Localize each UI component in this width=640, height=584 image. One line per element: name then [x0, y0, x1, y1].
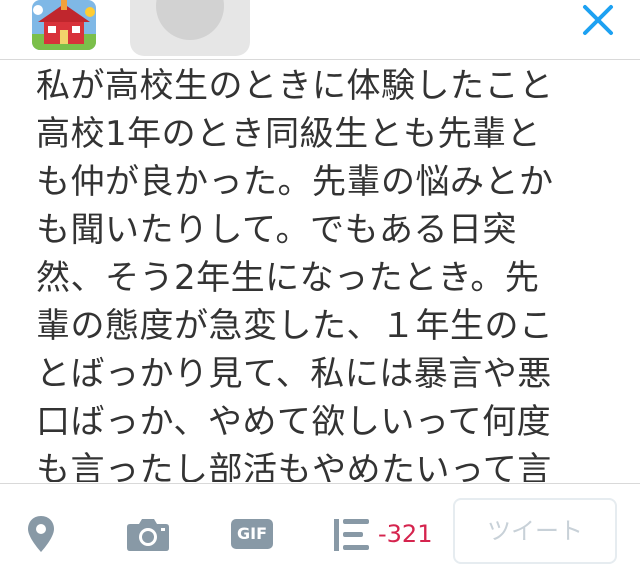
- media-thumbnail[interactable]: [130, 0, 250, 56]
- compose-toolbar: GIF -321 ツイート: [0, 483, 640, 584]
- thumbnail-placeholder-circle: [156, 0, 224, 40]
- gif-button[interactable]: GIF: [231, 519, 273, 549]
- location-pin-icon[interactable]: [26, 514, 56, 554]
- tweet-button[interactable]: ツイート: [453, 498, 617, 564]
- close-icon[interactable]: [580, 2, 616, 38]
- tweet-text-area[interactable]: 私が高校生のときに体験したこと 高校1年のとき同級生とも先輩と も仲が良かった。…: [36, 62, 596, 482]
- compose-header: [0, 0, 640, 60]
- camera-icon[interactable]: [126, 516, 170, 552]
- character-counter: -321: [378, 520, 433, 548]
- add-thread-icon[interactable]: [333, 518, 373, 552]
- schoolhouse-avatar-icon[interactable]: [32, 0, 96, 50]
